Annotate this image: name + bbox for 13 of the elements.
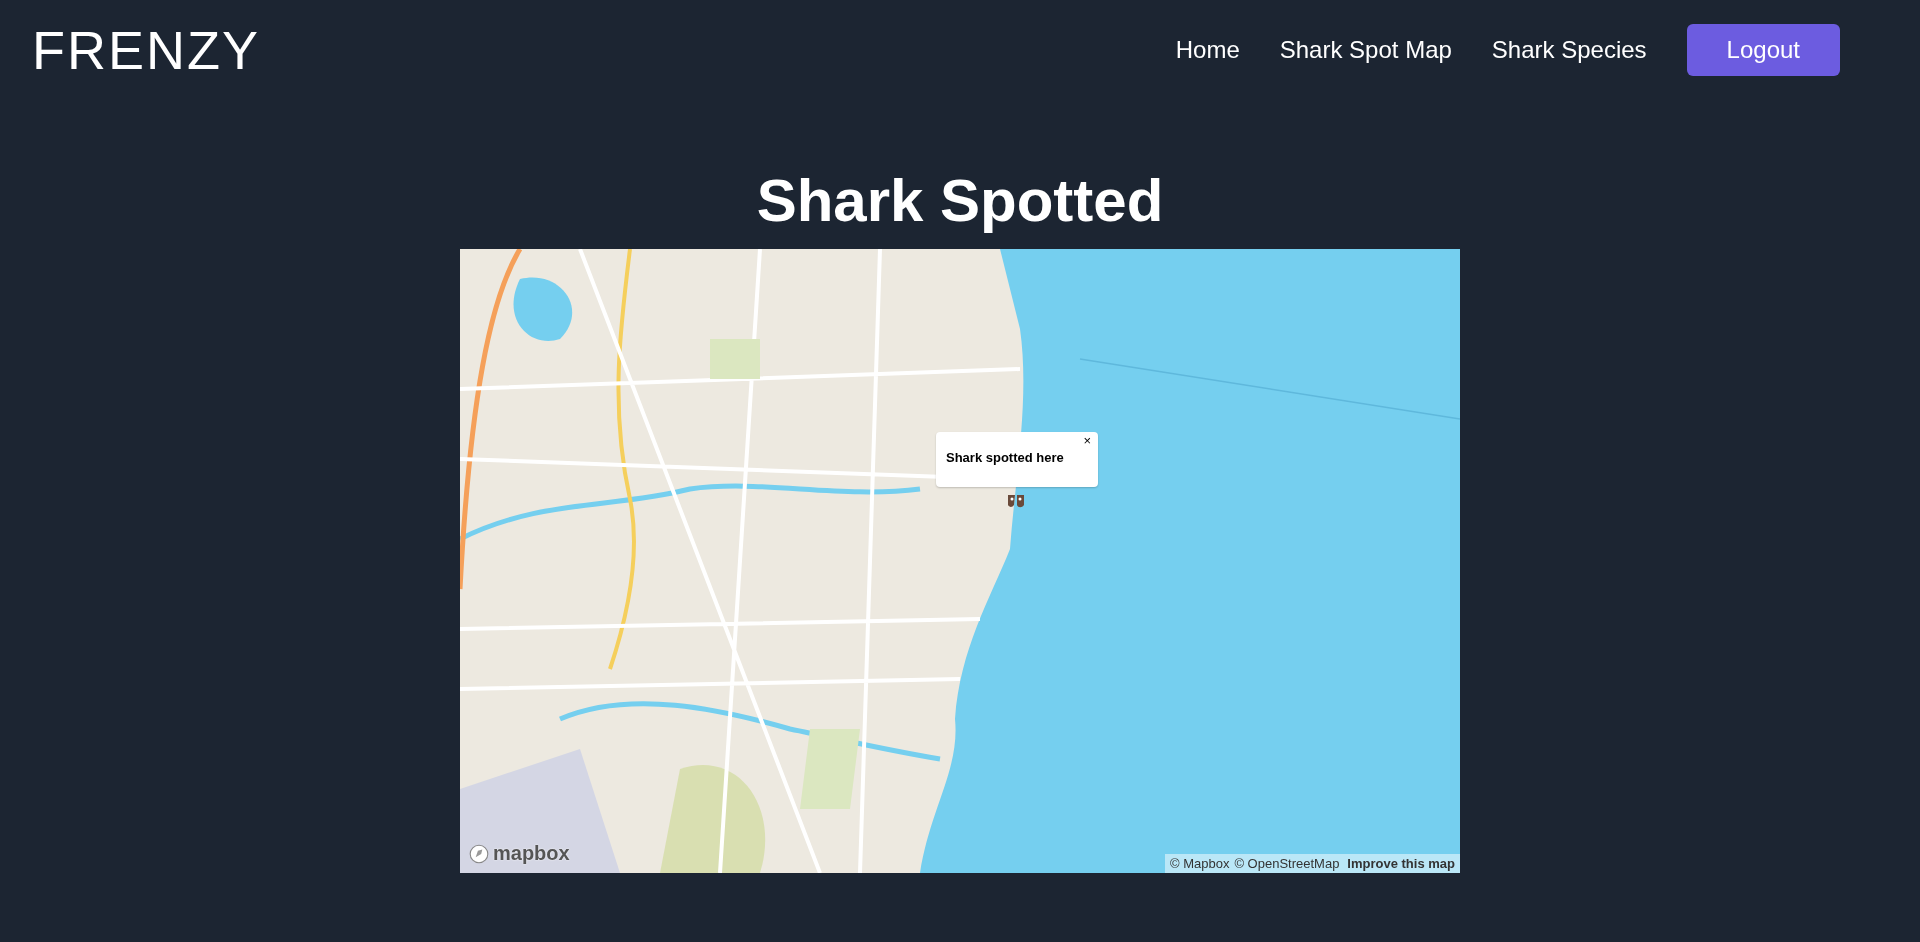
- nav-link[interactable]: Home: [1175, 36, 1240, 64]
- mapbox-logo-icon[interactable]: [468, 842, 490, 865]
- nav-link[interactable]: Shark Species: [1491, 36, 1647, 64]
- nav-link[interactable]: Shark Spot Map: [1279, 36, 1452, 64]
- popup-text: Shark spotted here: [946, 450, 1064, 465]
- improve-map-link[interactable]: Improve this map: [1347, 856, 1455, 871]
- brand-logo[interactable]: FRENZY: [32, 19, 260, 81]
- logout-button[interactable]: Logout: [1686, 24, 1840, 76]
- page-heading: Shark Spotted: [756, 166, 1164, 235]
- close-button[interactable]: ×: [1080, 434, 1094, 448]
- mapbox-logo-text: mapbox: [493, 842, 570, 865]
- attribution-link[interactable]: © Mapbox: [1169, 856, 1230, 871]
- attribution-link[interactable]: © OpenStreetMap: [1234, 856, 1340, 871]
